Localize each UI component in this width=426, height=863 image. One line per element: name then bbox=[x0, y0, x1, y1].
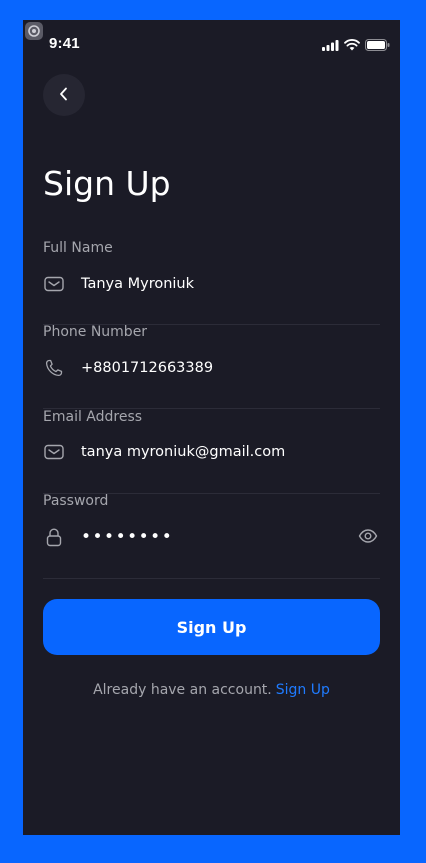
email-value: tanya myroniuk@gmail.com bbox=[81, 444, 286, 460]
battery-icon bbox=[365, 36, 390, 55]
sign-up-button[interactable]: Sign Up bbox=[43, 599, 380, 655]
phone-icon bbox=[43, 357, 65, 379]
footer-prompt: Already have an account. Sign Up bbox=[23, 682, 400, 698]
status-icons bbox=[322, 36, 390, 55]
phone-screen: 9:41 Sign Up Full Name Tanya Myroniuk Ph… bbox=[23, 20, 400, 835]
chevron-left-icon bbox=[58, 86, 70, 105]
password-field: Password •••••••• bbox=[43, 493, 380, 579]
full-name-field: Full Name Tanya Myroniuk bbox=[43, 240, 380, 325]
signal-icon bbox=[322, 36, 339, 55]
password-value: •••••••• bbox=[81, 527, 174, 547]
status-time: 9:41 bbox=[49, 35, 80, 52]
footer-sign-up-link[interactable]: Sign Up bbox=[276, 682, 330, 698]
mail-icon bbox=[43, 441, 65, 463]
divider bbox=[43, 578, 380, 579]
full-name-label: Full Name bbox=[43, 240, 113, 256]
email-field: Email Address tanya myroniuk@gmail.com bbox=[43, 409, 380, 494]
back-button[interactable] bbox=[43, 74, 85, 116]
phone-value: +8801712663389 bbox=[81, 360, 214, 376]
page-title: Sign Up bbox=[43, 164, 171, 203]
phone-input[interactable]: +8801712663389 bbox=[43, 353, 380, 383]
password-label: Password bbox=[43, 493, 109, 509]
password-input[interactable]: •••••••• bbox=[43, 522, 380, 552]
full-name-input[interactable]: Tanya Myroniuk bbox=[43, 269, 380, 299]
eye-icon[interactable] bbox=[358, 526, 380, 548]
lock-icon bbox=[43, 526, 65, 548]
full-name-value: Tanya Myroniuk bbox=[81, 276, 195, 292]
email-input[interactable]: tanya myroniuk@gmail.com bbox=[43, 437, 380, 467]
phone-field: Phone Number +8801712663389 bbox=[43, 324, 380, 409]
phone-label: Phone Number bbox=[43, 324, 148, 340]
email-label: Email Address bbox=[43, 409, 143, 425]
mail-icon bbox=[43, 273, 65, 295]
wifi-icon bbox=[344, 36, 360, 55]
footer-prompt-text: Already have an account. bbox=[93, 682, 272, 698]
app-badge-icon bbox=[24, 21, 44, 41]
